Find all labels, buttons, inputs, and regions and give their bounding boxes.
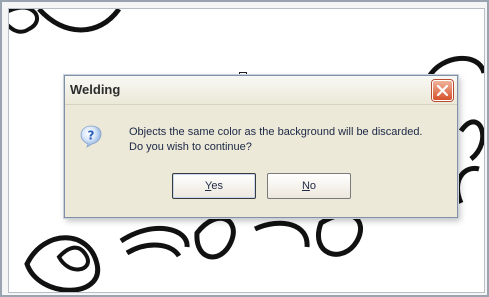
svg-text:?: ? bbox=[88, 129, 95, 143]
welding-dialog: Welding ? Objects the same color as the … bbox=[64, 75, 458, 218]
close-icon bbox=[436, 84, 449, 97]
yes-button[interactable]: Yes bbox=[172, 173, 256, 199]
yes-label-rest: es bbox=[211, 180, 223, 192]
no-button[interactable]: No bbox=[267, 173, 351, 199]
dialog-message: Objects the same color as the background… bbox=[129, 125, 455, 155]
close-button[interactable] bbox=[432, 80, 453, 101]
no-mnemonic: N bbox=[301, 180, 310, 192]
dialog-title: Welding bbox=[70, 82, 121, 97]
no-label-rest: o bbox=[309, 180, 317, 192]
message-line-1: Objects the same color as the background… bbox=[129, 126, 423, 138]
message-line-2: Do you wish to continue? bbox=[129, 141, 252, 153]
app-window: Welding ? Objects the same color as the … bbox=[0, 0, 489, 297]
question-icon: ? bbox=[80, 125, 102, 148]
dialog-titlebar[interactable]: Welding bbox=[65, 76, 457, 105]
